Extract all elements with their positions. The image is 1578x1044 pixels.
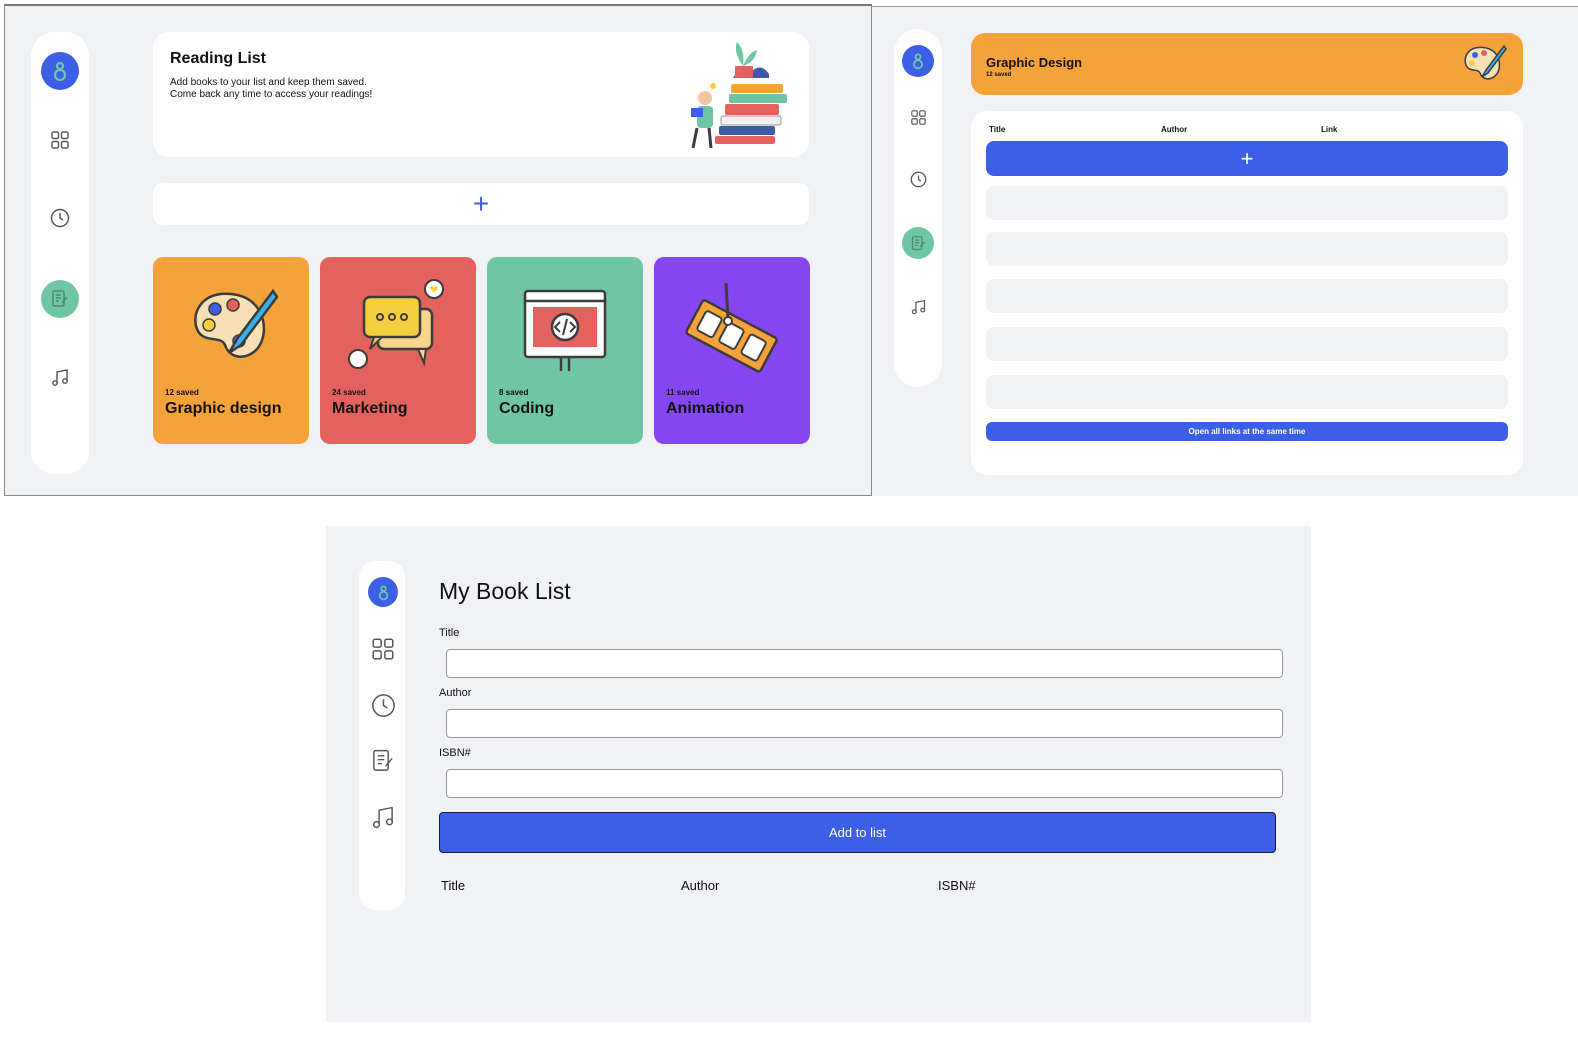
clock-icon[interactable] bbox=[46, 204, 74, 232]
category-header: Graphic Design 12 saved bbox=[971, 33, 1523, 95]
title-input[interactable] bbox=[446, 649, 1283, 678]
grid-icon[interactable] bbox=[46, 126, 74, 154]
add-book-bar[interactable]: + bbox=[153, 183, 809, 225]
chat-bubbles-icon bbox=[348, 279, 444, 369]
category-count: 12 saved bbox=[165, 388, 199, 397]
book-form-screen: My Book List Title Author ISBN# Add to l… bbox=[326, 526, 1311, 1022]
sidebar bbox=[894, 29, 942, 387]
category-title: Graphic Design bbox=[986, 55, 1083, 70]
category-count: 12 saved bbox=[986, 72, 1012, 78]
reading-list-screen: Reading List Add books to your list and … bbox=[4, 4, 872, 496]
logo-icon[interactable] bbox=[902, 45, 934, 77]
grid-icon[interactable] bbox=[906, 105, 930, 129]
category-name: Graphic design bbox=[165, 400, 282, 417]
table-row[interactable] bbox=[986, 327, 1508, 361]
page-title: Reading List bbox=[170, 50, 267, 67]
category-count: 24 saved bbox=[332, 388, 366, 397]
column-header-author: Author bbox=[1161, 125, 1188, 134]
music-icon[interactable] bbox=[906, 295, 930, 319]
clock-icon[interactable] bbox=[906, 167, 930, 191]
isbn-label: ISBN# bbox=[439, 747, 471, 759]
logo-icon[interactable] bbox=[368, 577, 398, 607]
open-all-links-button[interactable]: Open all links at the same time bbox=[986, 422, 1508, 441]
column-header-title: Title bbox=[441, 878, 466, 893]
category-count: 8 saved bbox=[499, 388, 529, 397]
category-name: Coding bbox=[499, 400, 555, 417]
intro-text-line-1: Add books to your list and keep them sav… bbox=[170, 77, 367, 88]
table-row[interactable] bbox=[986, 232, 1508, 266]
grid-icon[interactable] bbox=[369, 635, 397, 663]
column-header-title: Title bbox=[989, 125, 1006, 134]
add-icon: + bbox=[472, 188, 490, 219]
table-row[interactable] bbox=[986, 375, 1508, 409]
table-row[interactable] bbox=[986, 186, 1508, 220]
category-card-marketing[interactable]: 24 saved Marketing bbox=[320, 257, 476, 444]
intro-card: Reading List Add books to your list and … bbox=[153, 32, 809, 157]
category-count: 11 saved bbox=[666, 388, 700, 397]
category-card-graphic-design[interactable]: 12 saved Graphic design bbox=[153, 257, 309, 444]
music-icon[interactable] bbox=[369, 804, 397, 832]
category-card-coding[interactable]: 8 saved Coding bbox=[487, 257, 643, 444]
table-row[interactable] bbox=[986, 279, 1508, 313]
notes-icon[interactable] bbox=[902, 227, 934, 259]
add-to-list-button[interactable]: Add to list bbox=[439, 812, 1276, 853]
logo-icon[interactable] bbox=[41, 52, 79, 90]
palette-icon bbox=[1464, 44, 1507, 80]
notes-icon[interactable] bbox=[369, 747, 397, 775]
film-strip-icon bbox=[685, 282, 778, 373]
music-icon[interactable] bbox=[46, 364, 74, 392]
author-label: Author bbox=[439, 687, 472, 699]
add-link-button[interactable]: + bbox=[986, 141, 1508, 176]
category-name: Animation bbox=[666, 400, 745, 417]
isbn-input[interactable] bbox=[446, 769, 1283, 798]
links-table-card: Title Author Link + Open all links at th… bbox=[971, 111, 1523, 475]
add-icon: + bbox=[1240, 145, 1254, 171]
column-header-link: Link bbox=[1321, 125, 1338, 134]
palette-icon bbox=[194, 288, 279, 358]
category-card-animation[interactable]: 11 saved Animation bbox=[654, 257, 810, 444]
notes-icon[interactable] bbox=[41, 280, 79, 318]
author-input[interactable] bbox=[446, 709, 1283, 738]
column-header-author: Author bbox=[681, 878, 720, 893]
sidebar bbox=[359, 561, 405, 910]
form-title: My Book List bbox=[439, 578, 571, 604]
clock-icon[interactable] bbox=[369, 691, 397, 719]
books-illustration bbox=[691, 42, 787, 149]
title-label: Title bbox=[439, 627, 460, 639]
category-name: Marketing bbox=[332, 400, 408, 417]
column-header-isbn: ISBN# bbox=[938, 878, 976, 893]
category-detail-screen: Graphic Design 12 saved Title Author Lin… bbox=[872, 6, 1578, 496]
sidebar bbox=[31, 32, 89, 474]
intro-text-line-2: Come back any time to access your readin… bbox=[170, 89, 373, 100]
code-window-icon bbox=[523, 289, 607, 371]
